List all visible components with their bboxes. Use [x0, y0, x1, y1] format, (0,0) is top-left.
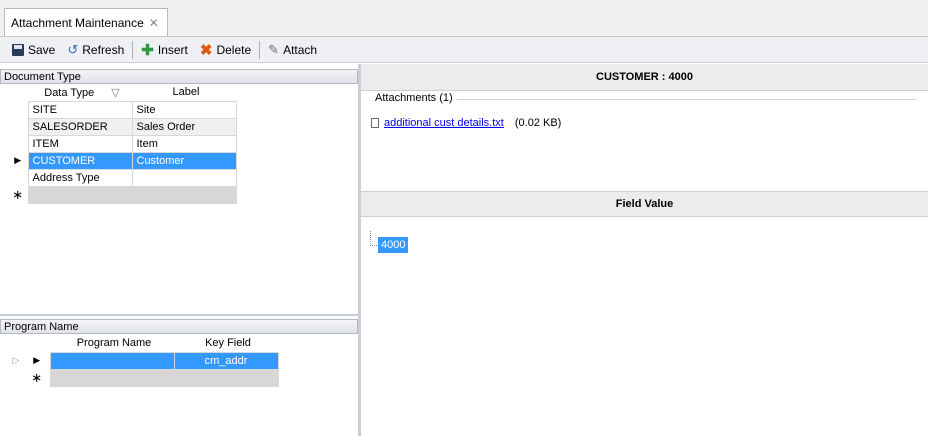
new-row-asterisk-icon: ∗: [12, 186, 24, 202]
tree-connector: [370, 231, 377, 246]
refresh-icon: ↺: [67, 41, 79, 57]
column-header-key-field[interactable]: Key Field: [174, 335, 278, 352]
column-header-program-name[interactable]: Program Name: [50, 335, 174, 352]
column-header-label[interactable]: Label: [132, 84, 236, 101]
save-icon: [12, 43, 24, 56]
toolbar-separator: [132, 40, 134, 59]
new-row-asterisk-icon: ∗: [31, 369, 43, 385]
paperclip-icon: ✎: [268, 41, 280, 57]
row-pointer-icon: ▶: [33, 355, 41, 365]
program-name-header: Program Name: [0, 319, 358, 334]
table-row[interactable]: Address Type: [8, 168, 237, 187]
detail-panel: CUSTOMER : 4000 Attachments (1) addition…: [361, 64, 928, 436]
table-row[interactable]: SITE Site: [8, 100, 237, 119]
left-panel: Document Type Data Type ▽ Label SITE Sit…: [0, 64, 358, 436]
document-type-grid: Data Type ▽ Label SITE Site SALESORDER S…: [8, 84, 237, 204]
insert-button[interactable]: ✚ Insert: [135, 39, 194, 61]
splitter[interactable]: [0, 314, 358, 316]
expand-icon[interactable]: ▷: [8, 352, 24, 369]
save-button[interactable]: Save: [6, 39, 61, 61]
attach-button[interactable]: ✎ Attach: [262, 39, 323, 61]
tab-attachment-maintenance[interactable]: Attachment Maintenance ✕: [4, 8, 168, 36]
attachments-divider: [457, 99, 917, 100]
attachment-item: additional cust details.txt (0.02 KB): [371, 117, 561, 129]
toolbar: Save ↺ Refresh ✚ Insert ✖ Delete ✎ Attac…: [0, 37, 928, 63]
tab-strip: Attachment Maintenance ✕: [0, 0, 928, 37]
save-label: Save: [28, 42, 56, 57]
field-value-node[interactable]: 4000: [378, 237, 409, 253]
delete-button[interactable]: ✖ Delete: [194, 39, 257, 61]
attach-label: Attach: [283, 42, 318, 57]
new-row[interactable]: ∗: [8, 185, 237, 204]
table-row-selected[interactable]: ▶ CUSTOMER Customer: [8, 151, 237, 170]
toolbar-separator: [259, 40, 261, 59]
insert-icon: ✚: [141, 41, 154, 59]
attachment-link[interactable]: additional cust details.txt: [384, 117, 504, 129]
detail-title: CUSTOMER : 4000: [361, 64, 928, 91]
close-icon[interactable]: ✕: [149, 16, 159, 30]
text-file-icon: [371, 118, 379, 128]
sort-icon: ▽: [111, 86, 120, 99]
table-row-selected[interactable]: ▷ ▶ cm_addr: [8, 351, 279, 370]
tab-title: Attachment Maintenance: [11, 15, 144, 30]
new-row[interactable]: ∗: [8, 368, 279, 387]
delete-label: Delete: [216, 42, 252, 57]
delete-icon: ✖: [199, 41, 213, 59]
table-row[interactable]: ITEM Item: [8, 134, 237, 153]
attachments-label: Attachments (1): [373, 92, 455, 104]
program-name-grid: Program Name Key Field ▷ ▶ cm_addr ∗: [8, 335, 279, 387]
field-value-header: Field Value: [361, 191, 928, 217]
document-type-header: Document Type: [0, 69, 358, 84]
row-pointer-icon: ▶: [14, 155, 22, 165]
column-header-data-type[interactable]: Data Type ▽: [28, 84, 132, 101]
refresh-button[interactable]: ↺ Refresh: [61, 39, 130, 61]
insert-label: Insert: [157, 42, 188, 57]
attachment-size: (0.02 KB): [514, 117, 562, 129]
refresh-label: Refresh: [82, 42, 125, 57]
table-row[interactable]: SALESORDER Sales Order: [8, 117, 237, 136]
